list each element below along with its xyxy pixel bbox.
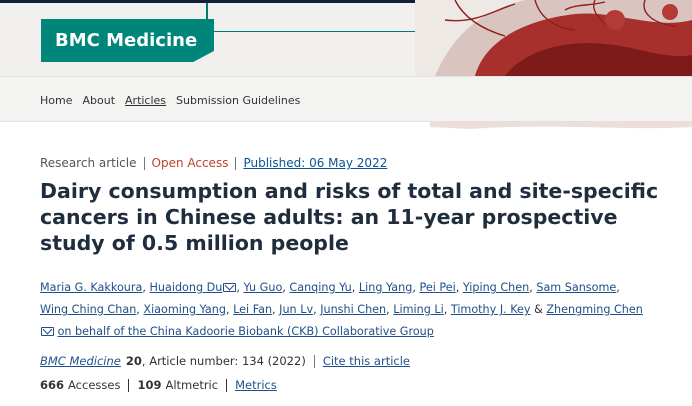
nav-item-submission-guidelines[interactable]: Submission Guidelines bbox=[176, 94, 300, 107]
article-type: Research article bbox=[40, 156, 137, 170]
author-link[interactable]: Junshi Chen bbox=[320, 303, 386, 316]
nav-item-home[interactable]: Home bbox=[40, 94, 72, 107]
divider bbox=[128, 378, 130, 392]
author-link[interactable]: Huaidong Du bbox=[149, 281, 222, 294]
author-and: & bbox=[534, 303, 543, 316]
divider bbox=[226, 378, 228, 392]
altmetric-count: 109 bbox=[137, 378, 162, 392]
accesses-count: 666 bbox=[40, 378, 65, 392]
article-title: Dairy consumption and risks of total and… bbox=[40, 179, 659, 255]
journal-logo[interactable]: BMC Medicine bbox=[41, 19, 214, 62]
open-access-label: Open Access bbox=[151, 156, 229, 170]
nav-item-articles[interactable]: Articles bbox=[125, 94, 166, 107]
collaborative-group-link[interactable]: on behalf of the China Kadoorie Biobank … bbox=[58, 325, 434, 338]
primary-nav: Home About Articles Submission Guideline… bbox=[0, 76, 692, 122]
divider bbox=[313, 354, 315, 368]
author-link[interactable]: Wing Ching Chan bbox=[40, 303, 136, 316]
citation-line: BMC Medicine 20 , Article number: 134 (2… bbox=[40, 354, 410, 368]
author-link[interactable]: Liming Li bbox=[393, 303, 443, 316]
journal-link[interactable]: BMC Medicine bbox=[40, 354, 121, 368]
cite-this-article-link[interactable]: Cite this article bbox=[323, 354, 410, 368]
header-artwork bbox=[415, 0, 692, 76]
author-link[interactable]: Canqing Yu bbox=[289, 281, 351, 294]
author-link[interactable]: Maria G. Kakkoura bbox=[40, 281, 142, 294]
nav-artwork-strip bbox=[430, 121, 692, 133]
author-link[interactable]: Ling Yang bbox=[359, 281, 412, 294]
author-link[interactable]: Sam Sansome bbox=[536, 281, 616, 294]
author-link[interactable]: Zhengming Chen bbox=[546, 303, 642, 316]
author-link[interactable]: Timothy J. Key bbox=[451, 303, 531, 316]
article-number: , Article number: 134 (2022) bbox=[141, 354, 306, 368]
accesses-label: Accesses bbox=[68, 378, 121, 392]
altmetric-label: Altmetric bbox=[165, 378, 219, 392]
metrics-link[interactable]: Metrics bbox=[235, 378, 277, 392]
email-icon[interactable] bbox=[223, 283, 237, 292]
author-link[interactable]: Lei Fan bbox=[233, 303, 272, 316]
article-metrics: 666 Accesses 109 Altmetric Metrics bbox=[40, 378, 277, 392]
author-link[interactable]: Yu Guo bbox=[243, 281, 282, 294]
published-date-link[interactable]: Published: 06 May 2022 bbox=[243, 156, 387, 170]
site-header: BMC Medicine bbox=[0, 0, 692, 76]
nav-item-about[interactable]: About bbox=[82, 94, 115, 107]
volume-number: 20 bbox=[125, 354, 142, 368]
author-link[interactable]: Xiaoming Yang bbox=[143, 303, 226, 316]
article-meta: Research article Open Access Published: … bbox=[40, 156, 387, 170]
email-icon[interactable] bbox=[41, 327, 54, 336]
author-link[interactable]: Jun Lv bbox=[279, 303, 313, 316]
divider bbox=[235, 156, 237, 170]
author-link[interactable]: Pei Pei bbox=[419, 281, 455, 294]
author-list: Maria G. Kakkoura, Huaidong Du, Yu Guo, … bbox=[40, 281, 643, 338]
header-accent-line bbox=[206, 3, 208, 19]
divider bbox=[143, 156, 145, 170]
author-link[interactable]: Yiping Chen bbox=[463, 281, 529, 294]
journal-logo-text: BMC Medicine bbox=[55, 30, 198, 51]
